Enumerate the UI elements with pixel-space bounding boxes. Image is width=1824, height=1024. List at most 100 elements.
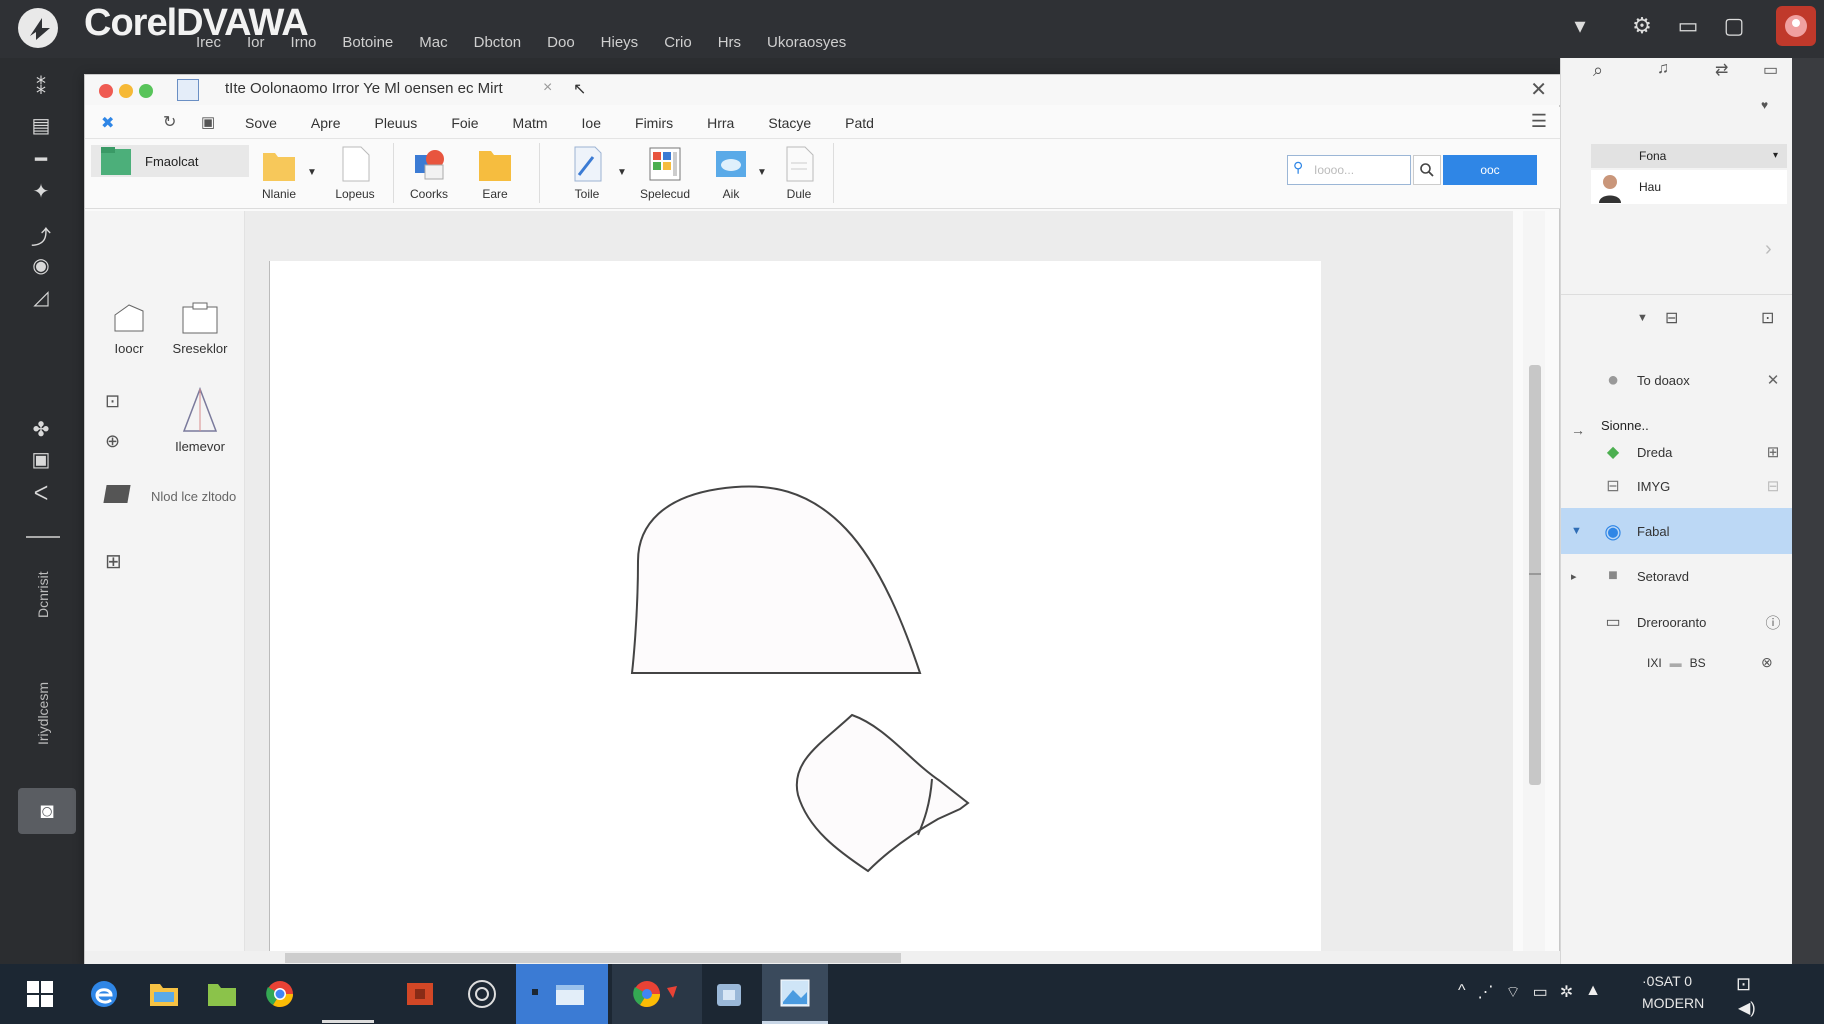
battery-icon[interactable]: ▭ (1533, 982, 1548, 1002)
tool-item[interactable]: Sreseklor (155, 301, 245, 356)
app-menu-item[interactable]: Mac (419, 34, 447, 54)
shield-icon[interactable]: ◉ (0, 248, 82, 282)
fill-tool-icon[interactable] (103, 485, 131, 503)
grid-icon[interactable]: ⊞ (1753, 443, 1793, 461)
folder-green-icon[interactable] (192, 964, 252, 1024)
window-close-icon[interactable]: ✕ (1530, 77, 1547, 102)
panel-row[interactable]: ⊟ IMYG ⊟ (1561, 464, 1793, 508)
menu-item[interactable]: Apre (311, 115, 341, 131)
app-menu-item[interactable]: Hieys (601, 34, 639, 54)
coreldraw-taskbar-button[interactable] (516, 964, 608, 1024)
menu-item[interactable]: Ioe (582, 115, 601, 131)
ribbon-button[interactable]: Spelecud (633, 145, 697, 205)
volume-icon[interactable]: ◀) (1738, 998, 1756, 1018)
sync-icon[interactable]: ⇄ (1715, 60, 1728, 80)
tool-label[interactable]: Nlod lce zltodo (151, 489, 236, 504)
expand-icon[interactable]: ⁑ (0, 70, 82, 104)
bell-icon[interactable]: ♫ (1657, 60, 1669, 78)
chrome-taskbar-button[interactable] (612, 964, 702, 1024)
dropdown-arrow-icon[interactable]: ▼ (617, 167, 627, 178)
ribbon-button[interactable]: Coorks (397, 145, 461, 205)
tab-close-icon[interactable]: × (543, 79, 552, 97)
menu-item[interactable]: Matm (513, 115, 548, 131)
photos-taskbar-button[interactable] (762, 964, 828, 1024)
presentation-icon[interactable] (390, 964, 450, 1024)
file-explorer-icon[interactable] (134, 964, 194, 1024)
angle-icon[interactable]: ◿ (0, 280, 82, 314)
settings-icon[interactable]: ⊗ (1761, 654, 1773, 671)
tool-item[interactable]: Ioocr (99, 301, 159, 356)
app-menu-item[interactable]: Ukoraosyes (767, 34, 846, 54)
app-small-logo-icon[interactable]: ✖ (101, 113, 114, 133)
search-go-button[interactable]: ooc (1443, 155, 1537, 185)
vertical-scroll-thumb[interactable] (1529, 365, 1541, 785)
chevron-down-icon[interactable]: ▼ (1571, 525, 1582, 537)
search-button[interactable] (1413, 155, 1441, 185)
chevron-right-icon[interactable]: › (1765, 238, 1772, 261)
dropdown-arrow-icon[interactable]: ▼ (757, 167, 767, 178)
app-menu-item[interactable]: Doo (547, 34, 575, 54)
minimize-dot[interactable] (119, 84, 133, 98)
ribbon-button[interactable]: Aik (699, 145, 763, 205)
drawing-page[interactable] (269, 261, 1321, 951)
steam-icon[interactable] (452, 964, 512, 1024)
pin-icon[interactable]: ✕ (1753, 371, 1793, 389)
ribbon-button[interactable]: Toile (555, 145, 619, 205)
fill-icon[interactable]: ✤ (0, 412, 82, 446)
curve-icon[interactable]: ⤴ (0, 218, 82, 252)
zoom-icon[interactable]: ⊡ (105, 391, 120, 412)
panel-row[interactable]: IXI ▬ BS (1647, 656, 1706, 670)
app-menu-item[interactable]: Dbcton (474, 34, 522, 54)
menu-item[interactable]: Sove (245, 115, 277, 131)
layers-icon[interactable]: ▤ (0, 108, 82, 142)
app-menu-item[interactable]: Ior (247, 34, 265, 54)
menu-item[interactable]: Patd (845, 115, 874, 131)
network-icon[interactable]: ⋰ (1478, 982, 1494, 1002)
close-dot[interactable] (99, 84, 113, 98)
dropdown-arrow-icon[interactable]: ▾ (1773, 144, 1778, 168)
store-icon[interactable] (700, 964, 758, 1024)
ribbon-button[interactable]: Nlanie (247, 145, 311, 205)
menu-item[interactable]: Fimirs (635, 115, 673, 131)
search-icon[interactable]: ⌕ (1593, 60, 1603, 81)
bookmark-icon[interactable]: ▣ (0, 442, 82, 476)
export-icon[interactable]: ⊡ (1761, 308, 1774, 328)
cloud-icon[interactable]: ▲ (1585, 982, 1601, 1002)
settings-icon[interactable]: ⚙ (1622, 6, 1662, 46)
ribbon-button[interactable]: Dule (767, 145, 831, 205)
start-menu-icon[interactable] (10, 964, 70, 1024)
vertical-tab-label[interactable]: Iriydlcesm (26, 658, 60, 768)
horizontal-scroll-thumb[interactable] (285, 953, 901, 963)
panel-row[interactable]: ▸ ■ Setoravd (1561, 554, 1793, 598)
pointer-icon[interactable]: ✦ (0, 174, 82, 208)
vertical-tab-label[interactable]: Dcnrisit (26, 550, 60, 640)
ribbon-button[interactable]: Lopeus (323, 145, 387, 205)
wifi-icon[interactable]: ⌔ (1506, 982, 1521, 1002)
app-menu-item[interactable]: Irec (196, 34, 221, 54)
menu-item[interactable]: Foie (451, 115, 478, 131)
menu-item[interactable]: Pleuus (375, 115, 418, 131)
refresh-icon[interactable]: ↻ (163, 112, 176, 132)
dropdown-arrow-icon[interactable]: ▼ (307, 167, 317, 178)
drawing-shapes[interactable] (270, 261, 1322, 951)
table-icon[interactable]: ⊞ (105, 549, 122, 574)
heart-icon[interactable]: ♥ (1761, 98, 1768, 112)
search-input[interactable]: Ioooo... (1287, 155, 1411, 185)
menu-item[interactable]: Hrra (707, 115, 734, 131)
minus-icon[interactable]: ━ (0, 142, 82, 176)
edge-browser-icon[interactable] (74, 964, 134, 1024)
profile-row[interactable]: Hau (1591, 170, 1787, 204)
chrome-icon[interactable] (250, 964, 310, 1024)
ribbon-button[interactable]: Eare (463, 145, 527, 205)
monitor-icon[interactable]: ▭ (1668, 6, 1708, 46)
avatar[interactable] (1776, 6, 1816, 46)
app-menu-item[interactable]: Crio (664, 34, 692, 54)
tool-item[interactable]: Ilemevor (155, 387, 245, 454)
active-tool-button[interactable]: ◙ (18, 788, 76, 834)
clock[interactable]: ·0SAT 0 MODERN (1642, 970, 1704, 1014)
info-icon[interactable]: ⓘ (1753, 612, 1793, 633)
grid-icon[interactable]: ⊟ (1753, 477, 1793, 495)
notification-icon[interactable]: ⊡ (1736, 974, 1751, 995)
folder-icon[interactable]: ▭ (1763, 60, 1778, 80)
panel-icon[interactable]: ▣ (201, 113, 215, 131)
